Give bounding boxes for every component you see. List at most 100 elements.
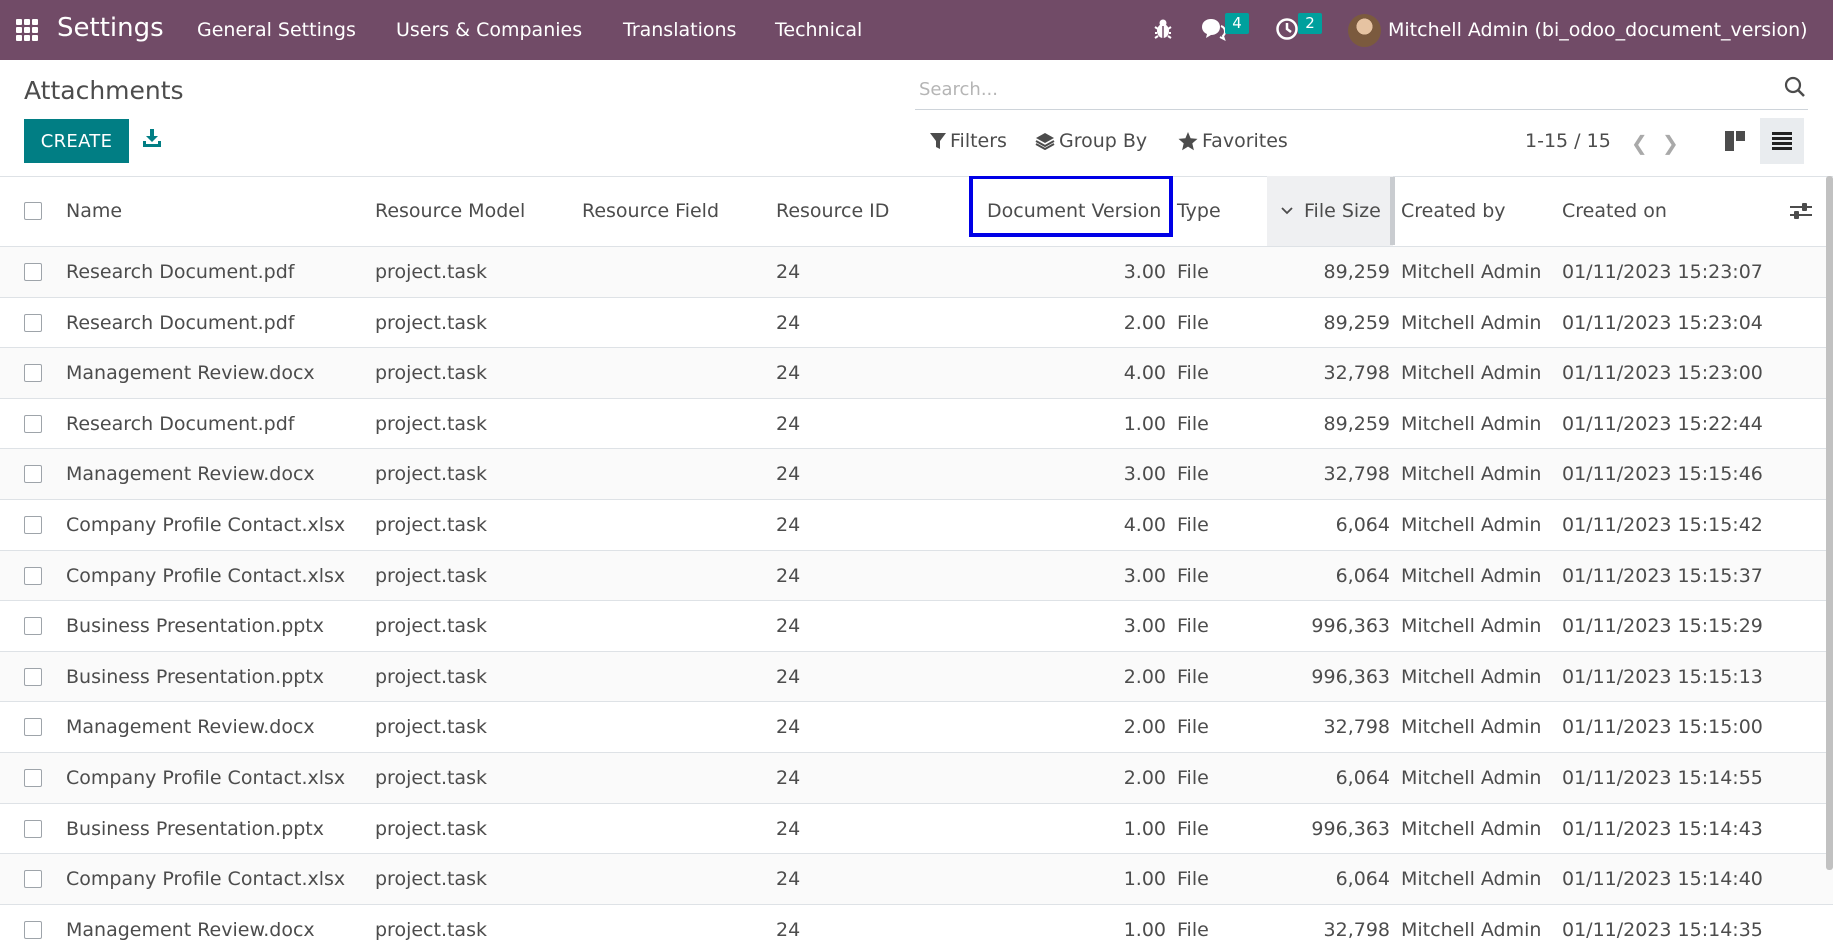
table-row[interactable]: Company Profile Contact.xlsx project.task… [0, 752, 1833, 803]
select-all-checkbox[interactable] [24, 202, 42, 220]
star-icon [1178, 131, 1198, 150]
row-checkbox[interactable] [24, 819, 42, 838]
cell-resource-id: 24 [776, 261, 801, 283]
row-checkbox[interactable] [24, 313, 42, 332]
attachments-list: Name Resource Model Resource Field Resou… [0, 176, 1833, 940]
pager-next-icon[interactable]: ❯ [1662, 131, 1679, 155]
table-row[interactable]: Management Review.docx project.task 24 4.00… [0, 347, 1833, 399]
column-header-resource-id[interactable]: Resource ID [776, 176, 889, 246]
table-row[interactable]: Business Presentation.pptx project.task 24… [0, 600, 1833, 651]
vertical-scrollbar[interactable] [1826, 176, 1833, 870]
kanban-view-button[interactable] [1713, 118, 1757, 164]
cell-resource-id: 24 [776, 767, 801, 789]
menu-translations[interactable]: Translations [623, 19, 736, 41]
column-header-document-version[interactable]: Document Version [987, 176, 1161, 246]
create-button[interactable]: CREATE [24, 119, 129, 163]
app-grid-icon[interactable] [16, 19, 38, 41]
optional-columns-toggle[interactable] [1790, 176, 1812, 246]
cell-document-version: 3.00 [1123, 564, 1166, 587]
column-header-resource-model[interactable]: Resource Model [375, 176, 525, 246]
chat-icon[interactable] [1200, 17, 1227, 45]
list-view-button[interactable] [1760, 118, 1804, 164]
bug-icon[interactable] [1153, 17, 1173, 45]
table-row[interactable]: Management Review.docx project.task 24 2.00… [0, 701, 1833, 752]
cell-type: File [1177, 868, 1209, 891]
pager-value[interactable]: 1-15 / 15 [1525, 130, 1611, 152]
cell-document-version: 4.00 [1123, 514, 1166, 536]
cell-file-size: 996,363 [1311, 665, 1390, 688]
table-row[interactable]: Management Review.docx project.task 24 3.00… [0, 448, 1833, 500]
cell-resource-id: 24 [776, 665, 801, 688]
row-checkbox[interactable] [24, 566, 42, 585]
row-checkbox[interactable] [24, 516, 42, 534]
search-icon[interactable] [1784, 76, 1806, 102]
row-checkbox[interactable] [24, 870, 42, 889]
cell-file-size: 996,363 [1311, 817, 1390, 840]
cell-resource-id: 24 [776, 564, 801, 587]
column-header-type[interactable]: Type [1177, 176, 1221, 246]
cell-document-version: 1.00 [1123, 918, 1166, 940]
activities-badge: 2 [1298, 13, 1322, 34]
cell-created-on: 01/11/2023 15:23:00 [1562, 362, 1763, 385]
column-header-created-on[interactable]: Created on [1562, 176, 1667, 246]
row-checkbox[interactable] [24, 414, 42, 433]
cell-file-size: 6,064 [1335, 564, 1390, 587]
cell-type: File [1177, 261, 1209, 283]
cell-created-by: Mitchell Admin [1401, 665, 1542, 688]
table-row[interactable]: Business Presentation.pptx project.task 24… [0, 650, 1833, 702]
table-row[interactable]: Research Document.pdf project.task 24 3.00 F… [0, 246, 1833, 297]
group-by-button[interactable]: Group By [1035, 130, 1147, 152]
filter-icon [930, 133, 946, 149]
column-header-created-by[interactable]: Created by [1401, 176, 1506, 246]
cell-created-by: Mitchell Admin [1401, 716, 1542, 739]
cell-file-size: 996,363 [1311, 615, 1390, 638]
cell-created-on: 01/11/2023 15:15:46 [1562, 463, 1763, 486]
activity-clock-icon[interactable] [1275, 17, 1299, 45]
row-checkbox[interactable] [24, 718, 42, 737]
search-bar [915, 70, 1808, 110]
table-row[interactable]: Research Document.pdf project.task 24 2.00 F… [0, 296, 1833, 348]
column-header-resource-field[interactable]: Resource Field [582, 176, 719, 246]
cell-resource-id: 24 [776, 918, 801, 940]
table-row[interactable]: Research Document.pdf project.task 24 1.00 F… [0, 397, 1833, 449]
list-icon [1772, 132, 1792, 150]
kanban-icon [1725, 131, 1745, 151]
table-row[interactable]: Company Profile Contact.xlsx project.task… [0, 853, 1833, 905]
table-row[interactable]: Management Review.docx project.task 24 1.00… [0, 903, 1833, 940]
column-header-name[interactable]: Name [66, 176, 122, 246]
row-checkbox[interactable] [24, 667, 42, 686]
table-row[interactable]: Company Profile Contact.xlsx project.task… [0, 549, 1833, 601]
cell-resource-id: 24 [776, 463, 801, 486]
pager-previous-icon[interactable]: ❮ [1631, 131, 1648, 155]
row-checkbox[interactable] [24, 920, 42, 939]
user-menu[interactable]: Mitchell Admin (bi_odoo_document_version… [1388, 19, 1808, 41]
cell-name: Research Document.pdf [66, 311, 295, 334]
cell-created-on: 01/11/2023 15:15:13 [1562, 665, 1763, 688]
column-resize-handle[interactable] [1390, 177, 1395, 245]
table-row[interactable]: Company Profile Contact.xlsx project.task… [0, 499, 1833, 550]
search-input[interactable] [917, 74, 1741, 104]
layers-icon [1035, 133, 1055, 150]
cell-resource-model: project.task [375, 362, 487, 385]
cell-resource-model: project.task [375, 716, 487, 739]
row-checkbox[interactable] [24, 617, 42, 636]
cell-resource-id: 24 [776, 362, 801, 385]
row-checkbox[interactable] [24, 769, 42, 787]
cell-document-version: 3.00 [1123, 261, 1166, 283]
filters-button[interactable]: Filters [930, 130, 1007, 152]
cell-name: Research Document.pdf [66, 412, 295, 435]
download-icon[interactable] [142, 128, 162, 152]
favorites-button[interactable]: Favorites [1178, 130, 1288, 152]
cell-created-by: Mitchell Admin [1401, 564, 1542, 587]
cell-created-on: 01/11/2023 15:14:43 [1562, 817, 1763, 840]
app-name[interactable]: Settings [57, 13, 164, 43]
menu-general-settings[interactable]: General Settings [197, 19, 356, 41]
menu-technical[interactable]: Technical [775, 19, 862, 41]
row-checkbox[interactable] [24, 263, 42, 281]
row-checkbox[interactable] [24, 465, 42, 484]
row-checkbox[interactable] [24, 364, 42, 383]
avatar[interactable] [1348, 14, 1381, 47]
menu-users-companies[interactable]: Users & Companies [396, 19, 582, 41]
column-header-file-size[interactable]: File Size [1267, 176, 1393, 246]
table-row[interactable]: Business Presentation.pptx project.task 24… [0, 802, 1833, 854]
